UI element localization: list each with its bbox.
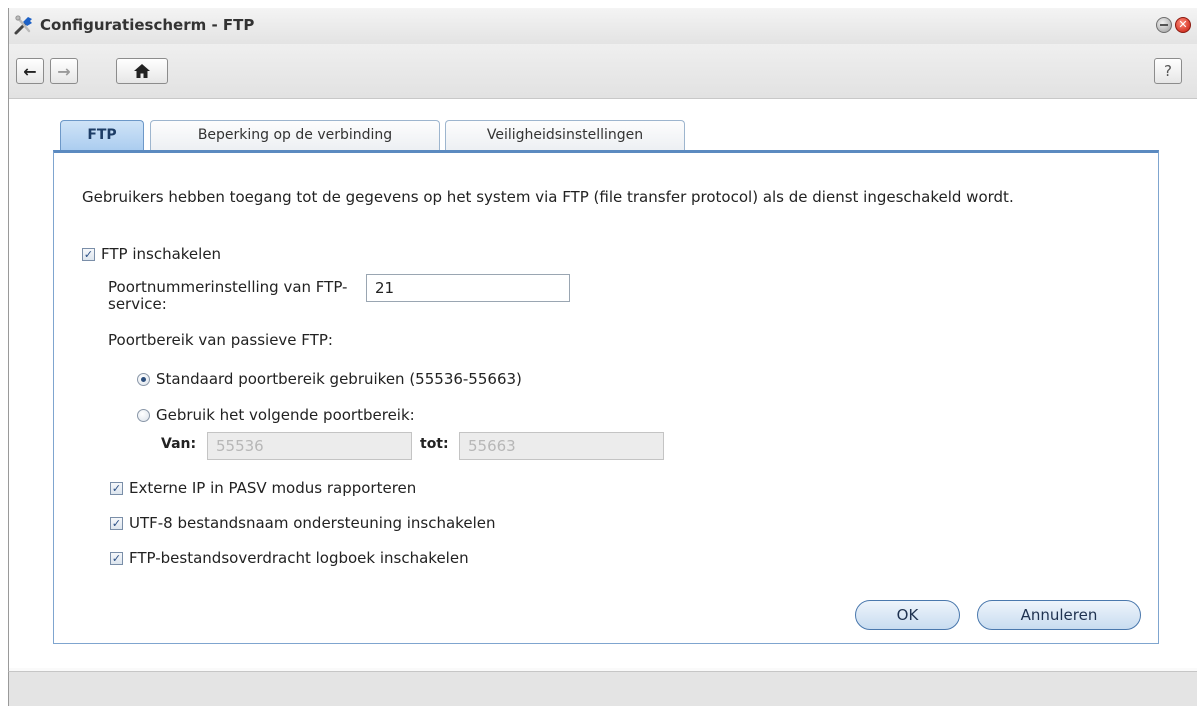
tab-connection-limit[interactable]: Beperking op de verbinding [150, 120, 440, 151]
from-label: Van: [161, 436, 197, 452]
title-bar: Configuratiescherm - FTP ✕ [9, 8, 1197, 44]
to-label: tot: [420, 436, 449, 452]
port-label: Poortnummerinstelling van FTP-service: [108, 278, 348, 313]
default-range-label: Standaard poortbereik gebruiken (55536-5… [156, 370, 522, 388]
window-title: Configuratiescherm - FTP [40, 16, 255, 34]
help-button[interactable]: ? [1154, 58, 1182, 84]
utf8-checkbox[interactable]: ✓ [110, 517, 123, 530]
utf8-label: UTF-8 bestandsnaam ondersteuning inschak… [129, 514, 496, 532]
external-ip-label: Externe IP in PASV modus rapporteren [129, 479, 417, 497]
log-label: FTP-bestandsoverdracht logboek inschakel… [129, 549, 469, 567]
log-checkbox[interactable]: ✓ [110, 552, 123, 565]
home-icon [134, 64, 150, 78]
status-bar [8, 671, 1197, 706]
toolbar: ← → ? [9, 44, 1197, 99]
help-icon: ? [1164, 62, 1172, 80]
arrow-left-icon: ← [23, 61, 37, 81]
arrow-right-icon: → [57, 61, 71, 81]
custom-range-radio[interactable] [137, 409, 150, 422]
to-port-input[interactable]: 55663 [459, 432, 664, 460]
home-button[interactable] [116, 58, 168, 84]
tab-panel [53, 150, 1159, 644]
description-text: Gebruikers hebben toegang tot de gegeven… [82, 188, 1014, 206]
enable-ftp-checkbox[interactable]: ✓ [82, 248, 95, 261]
forward-button[interactable]: → [50, 58, 78, 84]
minimize-button[interactable] [1156, 17, 1172, 33]
close-button[interactable]: ✕ [1175, 17, 1191, 33]
custom-range-label: Gebruik het volgende poortbereik: [156, 406, 415, 424]
ok-button[interactable]: OK [855, 600, 960, 630]
close-icon: ✕ [1178, 18, 1188, 31]
external-ip-checkbox[interactable]: ✓ [110, 482, 123, 495]
passive-range-label: Poortbereik van passieve FTP: [108, 331, 333, 349]
default-range-radio[interactable] [137, 373, 150, 386]
tab-security-settings[interactable]: Veiligheidsinstellingen [445, 120, 685, 151]
tools-icon [14, 15, 32, 35]
cancel-button[interactable]: Annuleren [977, 600, 1141, 630]
tab-ftp[interactable]: FTP [60, 120, 144, 153]
port-input[interactable]: 21 [366, 274, 570, 302]
enable-ftp-label: FTP inschakelen [101, 245, 222, 263]
back-button[interactable]: ← [16, 58, 44, 84]
from-port-input[interactable]: 55536 [207, 432, 412, 460]
